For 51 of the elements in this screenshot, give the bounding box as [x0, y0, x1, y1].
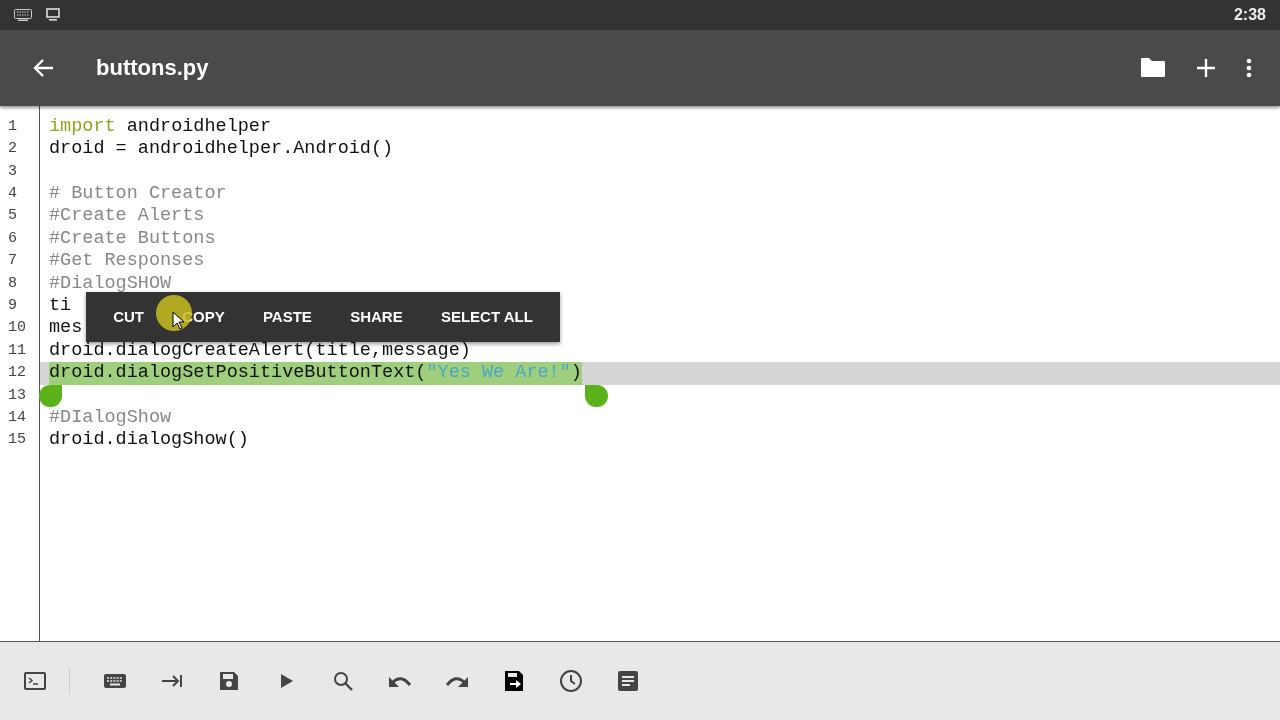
- undo-icon: [388, 674, 412, 688]
- line-number: 4: [8, 185, 17, 202]
- code-line: #Get Responses: [49, 250, 205, 273]
- back-arrow-icon: [32, 57, 54, 78]
- plus-icon: [1196, 57, 1216, 78]
- line-number: 6: [8, 229, 17, 247]
- line-number: 15: [8, 431, 26, 449]
- redo-icon: [445, 674, 469, 688]
- monitor-icon: [46, 8, 60, 22]
- history-button[interactable]: [558, 668, 584, 695]
- code-line: mes: [49, 317, 83, 340]
- code-line: import androidhelper: [49, 115, 272, 139]
- document-icon: [616, 669, 640, 694]
- line-number: 5: [8, 207, 17, 225]
- code-line: # Button Creator: [49, 183, 227, 206]
- back-button[interactable]: [32, 57, 54, 78]
- code-line: droid = androidhelper.Android(): [49, 138, 394, 161]
- add-button[interactable]: [1196, 57, 1216, 78]
- more-vertical-icon: [1246, 57, 1252, 78]
- open-folder-button[interactable]: [1140, 57, 1166, 79]
- selection-handle[interactable]: [584, 384, 608, 407]
- line-number: 13: [8, 386, 26, 404]
- mouse-pointer-icon: [172, 310, 185, 330]
- line-number: 11: [8, 341, 26, 359]
- folder-icon: [1140, 57, 1166, 79]
- line-number: 3: [8, 162, 17, 180]
- code-line: #DialogSHOW: [49, 272, 172, 295]
- menu-item[interactable]: CUT: [103, 302, 154, 332]
- code-line: droid.dialogCreateAlert(title,message): [49, 339, 471, 363]
- keyboard-icon: [14, 8, 32, 21]
- line-number: 12: [8, 364, 26, 382]
- menu-item[interactable]: SELECT ALL: [430, 302, 543, 332]
- line-number: 8: [8, 274, 17, 292]
- line-number: 2: [8, 140, 17, 158]
- menu-item[interactable]: PASTE: [252, 302, 322, 332]
- menu-item[interactable]: SHARE: [340, 302, 413, 332]
- code-line: droid.dialogShow(): [49, 429, 249, 452]
- code-line: #Create Buttons: [49, 227, 216, 251]
- selection-handle[interactable]: [39, 384, 62, 407]
- code-line: #Create Alerts: [49, 205, 205, 228]
- more-menu-button[interactable]: [1246, 57, 1252, 78]
- line-number: 14: [8, 408, 26, 426]
- line-number: 10: [8, 319, 26, 337]
- code-line: ti: [49, 294, 72, 318]
- line-number: 1: [8, 117, 17, 135]
- clock-time: 2:38: [1233, 5, 1266, 24]
- line-number: 7: [8, 252, 17, 270]
- code-line: #DIalogShow: [49, 406, 172, 430]
- line-number: 9: [8, 296, 17, 314]
- clock-icon: [559, 669, 583, 694]
- file-title: buttons.py: [96, 54, 209, 81]
